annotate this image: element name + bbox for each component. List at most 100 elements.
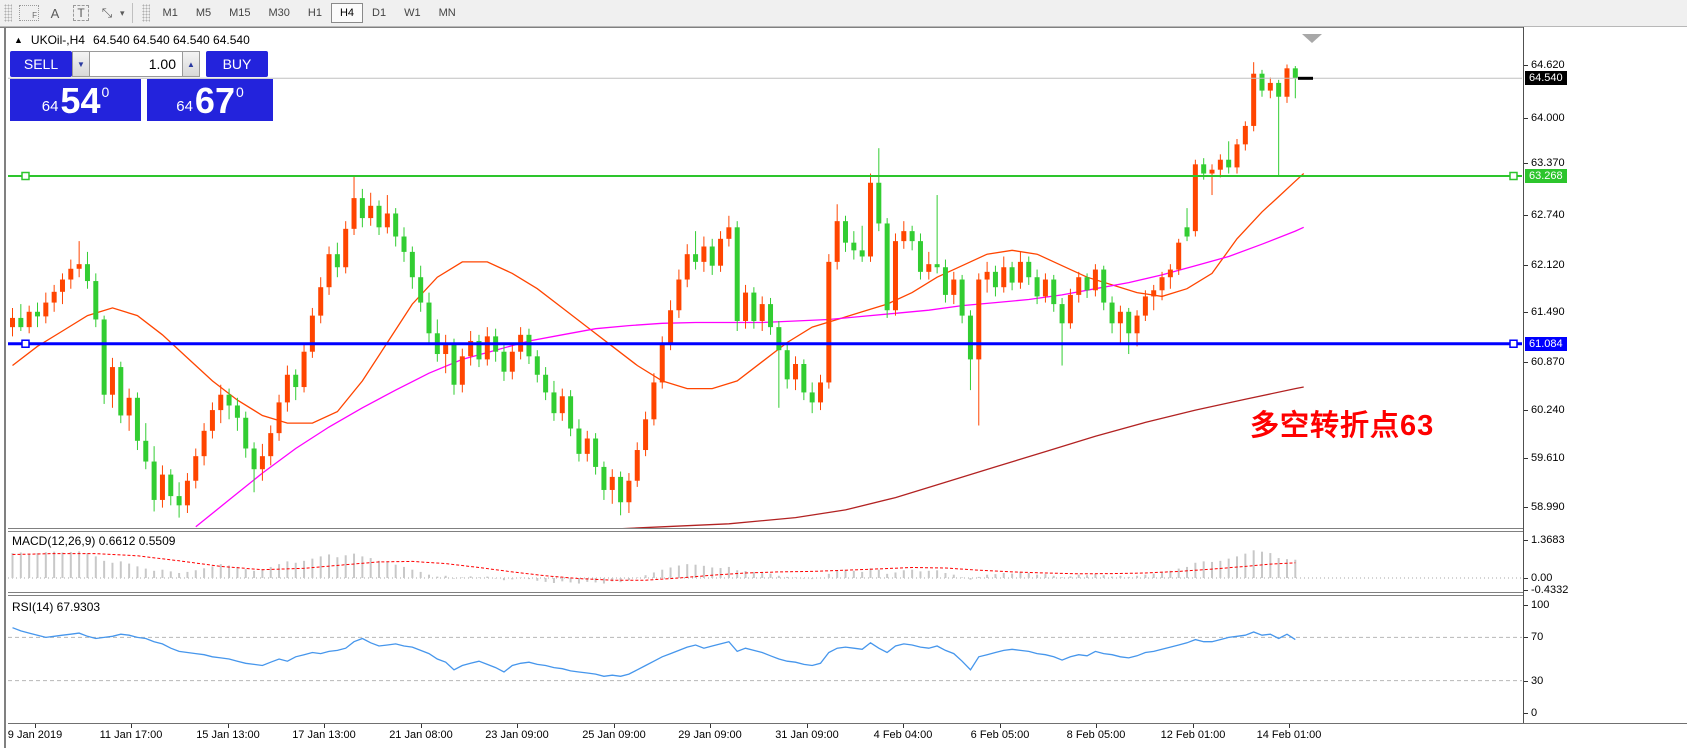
candle-body	[18, 317, 24, 328]
candle-body	[384, 213, 390, 228]
candle-body	[584, 438, 590, 454]
dropdown-caret-icon[interactable]: ▾	[120, 8, 125, 19]
label-a-icon[interactable]: A	[44, 3, 66, 23]
volume-input[interactable]: 1.00	[90, 51, 182, 77]
time-label: 9 Jan 2019	[7, 729, 63, 741]
candle-body	[709, 246, 715, 266]
candle-body	[743, 292, 749, 321]
ma-line-1	[195, 226, 1304, 528]
buy-price-display[interactable]: 64 67 0	[147, 79, 273, 121]
hline-handle[interactable]	[1509, 171, 1518, 181]
candle-body	[351, 198, 357, 229]
mt4-window: F A T ⤡ ▾ M1 M5 M15 M30 H1 H4 D1 W1 MN ▲ UKOil-,…	[0, 0, 1687, 748]
timeframe-button-h4[interactable]: H4	[330, 3, 364, 23]
candle-body	[926, 264, 932, 272]
buy-button[interactable]: BUY	[206, 51, 268, 77]
price-tick-label: 64.620	[1531, 59, 1565, 71]
time-tick	[614, 724, 615, 728]
candle-body	[909, 231, 915, 242]
candle-body	[34, 311, 40, 317]
timeframe-button-w1[interactable]: W1	[395, 3, 430, 23]
sell-price-big: 54	[60, 80, 101, 121]
time-label: 12 Feb 01:00	[1160, 729, 1226, 741]
sell-price-prefix: 64	[41, 98, 59, 115]
grid-f-glyph: F	[19, 5, 39, 21]
candle-body	[651, 382, 657, 420]
candle-body	[84, 264, 90, 282]
candle-body	[768, 304, 774, 328]
volume-increase-button[interactable]: ▲	[182, 51, 200, 77]
candle-body	[1159, 277, 1165, 291]
price-tick-label: 58.990	[1531, 501, 1565, 513]
candle-body	[59, 279, 65, 292]
candle-body	[76, 264, 82, 269]
sell-button[interactable]: SELL	[10, 51, 72, 77]
candle-body	[509, 351, 515, 372]
price-tick-label: 70	[1531, 631, 1544, 643]
timeframe-button-d1[interactable]: D1	[363, 3, 395, 23]
candle-body	[992, 271, 998, 288]
candle-body	[1217, 159, 1223, 170]
axis-tick-dash	[1524, 265, 1528, 266]
hline-handle[interactable]	[21, 339, 30, 348]
buy-price-sup: 0	[235, 84, 244, 100]
time-axis[interactable]: 9 Jan 2019 11 Jan 17:00 15 Jan 13:00 17 Jan…	[8, 723, 1687, 748]
candle-body	[109, 367, 115, 395]
timeframe-button-m30[interactable]: M30	[260, 3, 299, 23]
axis-tick-dash	[1524, 605, 1528, 606]
candle-body	[209, 410, 215, 431]
candle-body	[843, 221, 848, 243]
candle-body	[701, 246, 707, 262]
candle-body	[659, 344, 665, 383]
hline-handle[interactable]	[21, 171, 30, 181]
timeframe-drag-handle[interactable]	[141, 4, 150, 22]
candle-body	[343, 228, 349, 268]
candle-body	[168, 474, 174, 497]
macd-separator-top[interactable]	[8, 528, 1687, 529]
time-label: 25 Jan 09:00	[582, 729, 646, 741]
time-tick	[421, 724, 422, 728]
candle-body	[10, 317, 15, 328]
chart-text-annotation[interactable]: 多空转折点63	[1250, 402, 1434, 444]
candle-body	[1209, 169, 1215, 174]
candle-body	[576, 428, 582, 454]
candle-body	[243, 417, 249, 449]
price-axis[interactable]: 64.620 64.000 63.370 62.740 62.120 61.490 60.8…	[1524, 27, 1687, 723]
rsi-separator-top[interactable]	[8, 592, 1687, 593]
timeframe-button-mn[interactable]: MN	[430, 3, 465, 23]
timeframe-button-m15[interactable]: M15	[220, 3, 259, 23]
candle-body	[684, 254, 690, 280]
collapse-panel-icon[interactable]: ▲	[14, 35, 23, 45]
timeframe-button-m1[interactable]: M1	[154, 3, 187, 23]
candle-body	[376, 205, 382, 228]
candle-body	[193, 456, 199, 481]
chart-header: ▲ UKOil-,H4 64.540 64.540 64.540 64.540	[14, 33, 250, 47]
candle-body	[559, 396, 565, 414]
candle-body	[809, 392, 815, 403]
price-badge-61.084: 61.084	[1525, 337, 1567, 351]
time-label: 11 Jan 17:00	[99, 729, 163, 741]
grid-f-icon[interactable]: F	[18, 3, 40, 23]
candle-body	[1059, 304, 1065, 324]
hline-handle[interactable]	[1509, 339, 1518, 348]
candle-body	[643, 419, 649, 451]
candle-body	[1284, 68, 1290, 97]
timeframe-button-h1[interactable]: H1	[299, 3, 331, 23]
candle-body	[1192, 164, 1198, 232]
arrows-tool-icon[interactable]: ⤡	[96, 3, 118, 23]
sell-price-display[interactable]: 64 54 0	[10, 79, 141, 121]
candle-body	[917, 241, 923, 272]
candle-body	[801, 364, 807, 393]
text-tool-icon[interactable]: T	[70, 3, 92, 23]
axis-tick-dash	[1524, 458, 1528, 459]
candle-body	[1242, 125, 1248, 145]
candle-body	[676, 279, 682, 311]
candle-body	[1051, 279, 1057, 305]
volume-decrease-button[interactable]: ▼	[72, 51, 90, 77]
toolbar-drag-handle[interactable]	[4, 4, 12, 22]
candle-body	[984, 271, 990, 280]
candle-body	[1151, 290, 1157, 297]
candle-body	[526, 334, 532, 357]
candle-body	[634, 450, 640, 481]
timeframe-button-m5[interactable]: M5	[187, 3, 220, 23]
